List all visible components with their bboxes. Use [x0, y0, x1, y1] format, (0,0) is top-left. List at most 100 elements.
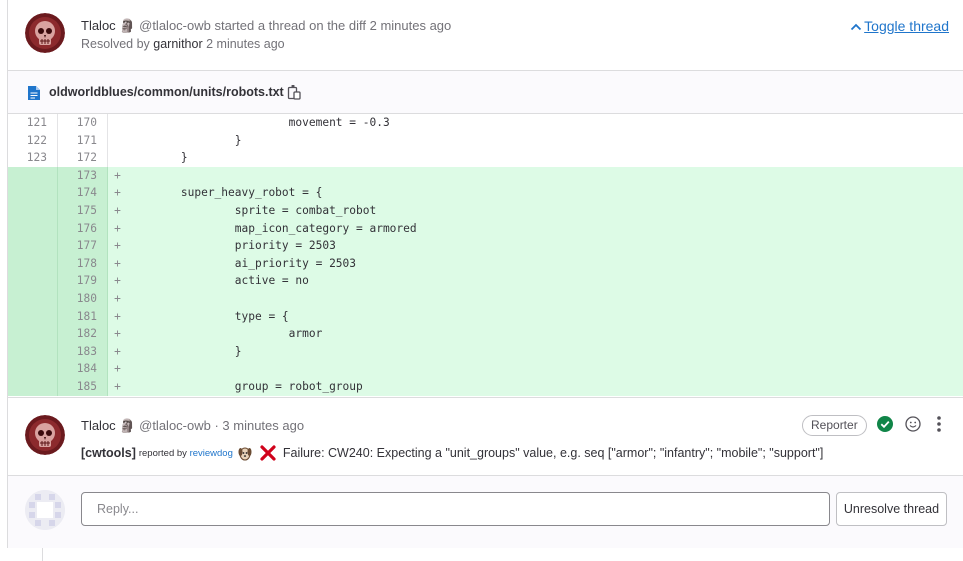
- new-line-number[interactable]: 175: [58, 201, 108, 220]
- code-text: }: [127, 151, 188, 165]
- diff-sign: +: [114, 186, 121, 200]
- code-text: group = robot_group: [127, 379, 363, 393]
- diff-line: 175 + sprite = combat_robot: [8, 201, 963, 220]
- old-line-number[interactable]: [8, 201, 58, 220]
- check-circle-icon: [877, 416, 893, 432]
- old-line-number[interactable]: [8, 360, 58, 378]
- diff-sign: +: [114, 291, 121, 305]
- copy-icon[interactable]: [287, 84, 301, 100]
- thread-author-name[interactable]: Tlaloc: [81, 18, 116, 33]
- new-line-number[interactable]: 183: [58, 342, 108, 361]
- discussion-thread: Tlaloc 🗿 @tlaloc-owb started a thread on…: [7, 0, 963, 548]
- author-emoji: 🗿: [119, 18, 136, 33]
- diff-line: 180 +: [8, 289, 963, 308]
- new-line-number[interactable]: 178: [58, 254, 108, 273]
- failure-message: Failure: CW240: Expecting a "unit_groups…: [282, 446, 824, 460]
- diff-line: 123 172 }: [8, 149, 963, 167]
- diff-line: 121 170 movement = -0.3: [8, 114, 963, 132]
- old-line-number[interactable]: [8, 184, 58, 202]
- toggle-thread-button[interactable]: Toggle thread: [850, 18, 949, 34]
- author-avatar[interactable]: [25, 13, 65, 53]
- file-header: oldworldblues/common/units/robots.txt: [8, 71, 963, 114]
- old-line-number[interactable]: [8, 342, 58, 361]
- new-line-number[interactable]: 181: [58, 307, 108, 326]
- diff-sign: [108, 149, 127, 167]
- diff-sign: [108, 132, 127, 150]
- resolved-prefix: Resolved by: [81, 37, 150, 51]
- old-line-number[interactable]: [8, 307, 58, 326]
- old-line-number[interactable]: 122: [8, 131, 58, 150]
- resolved-time: 2 minutes ago: [206, 37, 285, 51]
- new-line-number[interactable]: 179: [58, 272, 108, 290]
- code-text: }: [127, 344, 242, 358]
- reviewdog-link[interactable]: reviewdog: [190, 448, 233, 459]
- code-text: priority = 2503: [127, 239, 336, 253]
- smiley-icon[interactable]: [905, 416, 921, 432]
- thread-header: Tlaloc 🗿 @tlaloc-owb started a thread on…: [8, 0, 963, 71]
- old-line-number[interactable]: [8, 325, 58, 343]
- code-text: movement = -0.3: [127, 116, 390, 129]
- diff-line: 177 + priority = 2503: [8, 237, 963, 255]
- diff-sign: +: [114, 327, 121, 341]
- timeline-connector: [42, 548, 43, 561]
- dog-icon: [238, 447, 252, 461]
- cross-mark-icon: [260, 445, 276, 461]
- diff-line: 182 + armor: [8, 325, 963, 343]
- diff-line: 176 + map_icon_category = armored: [8, 219, 963, 238]
- old-line-number[interactable]: [8, 377, 58, 396]
- old-line-number[interactable]: [8, 272, 58, 290]
- more-vertical-icon[interactable]: [936, 415, 942, 433]
- note-author-avatar[interactable]: [25, 415, 65, 455]
- code-text: }: [127, 133, 242, 147]
- old-line-number[interactable]: [8, 237, 58, 255]
- diff-table: 121 170 movement = -0.3 122 171 } 123 172 } 17…: [8, 114, 963, 397]
- diff-sign: +: [114, 203, 121, 217]
- new-line-number[interactable]: 180: [58, 289, 108, 308]
- old-line-number[interactable]: 121: [8, 114, 58, 132]
- resolver-name[interactable]: garnithor: [153, 37, 202, 51]
- new-line-number[interactable]: 173: [58, 166, 108, 185]
- identicon-icon: [25, 490, 65, 530]
- old-line-number[interactable]: [8, 166, 58, 185]
- diff-line: 185 + group = robot_group: [8, 377, 963, 396]
- file-icon: [28, 86, 40, 100]
- new-line-number[interactable]: 170: [58, 114, 108, 132]
- code-text: armor: [127, 327, 323, 341]
- diff-sign: [108, 114, 127, 132]
- diff-line: 179 + active = no: [8, 272, 963, 290]
- old-line-number[interactable]: [8, 289, 58, 308]
- new-line-number[interactable]: 184: [58, 360, 108, 378]
- new-line-number[interactable]: 182: [58, 325, 108, 343]
- old-line-number[interactable]: [8, 254, 58, 273]
- diff-line: 184 +: [8, 360, 963, 378]
- new-line-number[interactable]: 177: [58, 237, 108, 255]
- diff-sign: +: [114, 256, 121, 270]
- unresolve-thread-button[interactable]: Unresolve thread: [836, 492, 947, 526]
- diff-line: 181 + type = {: [8, 307, 963, 326]
- new-line-number[interactable]: 174: [58, 184, 108, 202]
- new-line-number[interactable]: 172: [58, 149, 108, 167]
- old-line-number[interactable]: [8, 219, 58, 238]
- new-line-number[interactable]: 185: [58, 377, 108, 396]
- thread-header-text: @tlaloc-owb started a thread on the diff…: [139, 18, 452, 33]
- note-tag: [cwtools]: [81, 446, 136, 460]
- reply-input[interactable]: Reply...: [81, 492, 830, 526]
- new-line-number[interactable]: 171: [58, 131, 108, 150]
- diff-line: 122 171 }: [8, 131, 963, 150]
- comment-note: Tlaloc 🗿 @tlaloc-owb · 3 minutes ago [cw…: [8, 397, 963, 476]
- note-author-name[interactable]: Tlaloc: [81, 418, 116, 433]
- code-text: sprite = combat_robot: [127, 203, 377, 217]
- new-line-number[interactable]: 176: [58, 219, 108, 238]
- diff-sign: +: [114, 221, 121, 235]
- old-line-number[interactable]: 123: [8, 149, 58, 167]
- code-text: map_icon_category = armored: [127, 221, 417, 235]
- diff-sign: +: [114, 168, 121, 182]
- diff-sign: +: [114, 344, 121, 358]
- reply-area: Reply... Unresolve thread: [8, 476, 963, 548]
- skull-avatar-icon: [25, 13, 65, 53]
- file-path[interactable]: oldworldblues/common/units/robots.txt: [49, 85, 284, 99]
- current-user-avatar: [25, 490, 65, 530]
